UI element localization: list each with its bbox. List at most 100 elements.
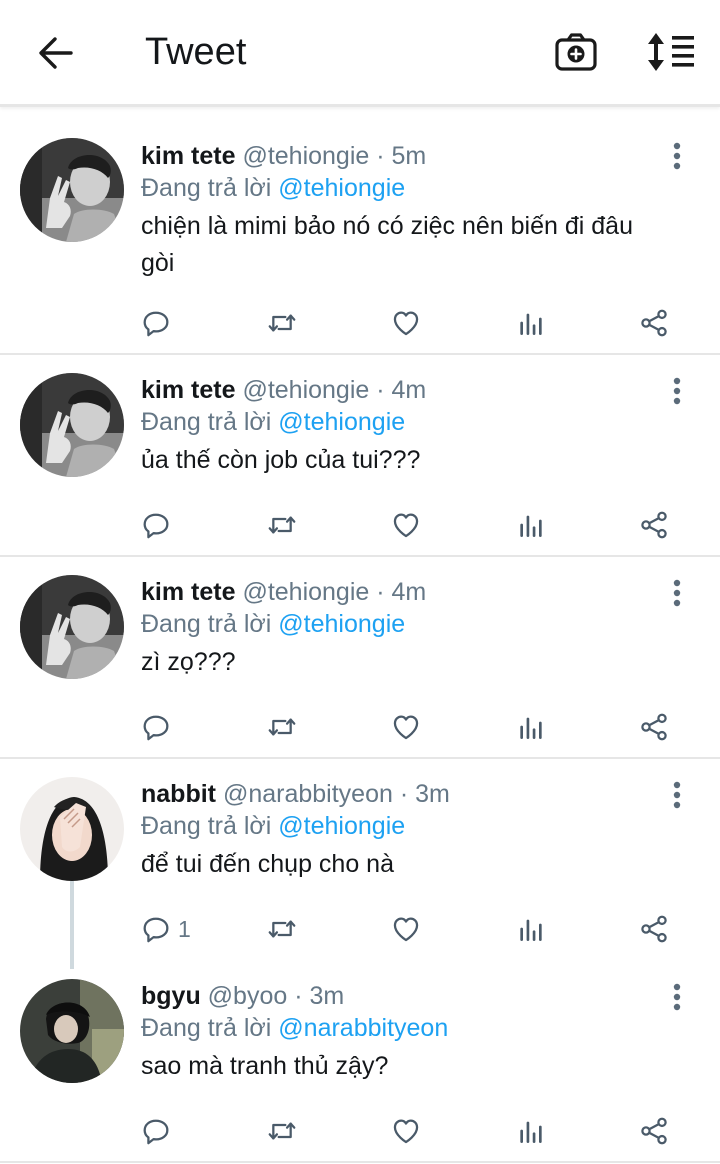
- avatar[interactable]: [20, 575, 124, 679]
- replying-to-handle[interactable]: @narabbityeon: [278, 1014, 448, 1042]
- like-button[interactable]: [390, 1109, 422, 1153]
- analytics-icon: [515, 307, 547, 339]
- more-options-button[interactable]: [662, 977, 692, 1017]
- username[interactable]: @narabbityeon: [223, 780, 393, 808]
- retweet-button[interactable]: [264, 503, 300, 547]
- tweet-body: kim tete @tehiongie · 4m Đang trả lời @t…: [141, 576, 660, 681]
- more-options-button[interactable]: [662, 371, 692, 411]
- replying-to-handle[interactable]: @tehiongie: [278, 610, 405, 638]
- reply-button[interactable]: 1: [140, 907, 191, 951]
- avatar-photo: [20, 373, 124, 477]
- display-name[interactable]: kim tete: [141, 142, 235, 170]
- more-options-button[interactable]: [662, 775, 692, 815]
- analytics-button[interactable]: [515, 301, 547, 345]
- share-icon: [638, 913, 670, 945]
- display-name[interactable]: kim tete: [141, 376, 235, 404]
- avatar[interactable]: [20, 373, 124, 477]
- tweet-actions: 1: [128, 907, 688, 951]
- username[interactable]: @byoo: [208, 982, 288, 1010]
- username[interactable]: @tehiongie: [242, 376, 369, 404]
- reply-button[interactable]: [140, 301, 178, 345]
- retweet-icon: [264, 711, 300, 743]
- tweet-meta: bgyu @byoo · 3m: [141, 980, 660, 1012]
- tweet-text: chiện là mimi bảo nó có ziệc nên biến đi…: [141, 212, 633, 277]
- tweet-actions: [128, 503, 688, 547]
- replying-to-label: Đang trả lời: [141, 610, 272, 638]
- analytics-button[interactable]: [515, 1109, 547, 1153]
- display-name[interactable]: nabbit: [141, 780, 216, 808]
- analytics-button[interactable]: [515, 705, 547, 749]
- page-title: Tweet: [145, 31, 247, 73]
- replying-to: Đang trả lời @tehiongie: [141, 810, 660, 842]
- tweet-card[interactable]: nabbit @narabbityeon · 3m Đang trả lời @…: [0, 759, 720, 969]
- share-button[interactable]: [638, 907, 670, 951]
- analytics-button[interactable]: [515, 503, 547, 547]
- tweet-card[interactable]: kim tete @tehiongie · 4m Đang trả lời @t…: [0, 557, 720, 759]
- avatar-photo: [20, 138, 124, 242]
- share-button[interactable]: [638, 301, 670, 345]
- tweet-meta: kim tete @tehiongie · 5m: [141, 140, 660, 172]
- replying-to-handle[interactable]: @tehiongie: [278, 812, 405, 840]
- tweet-card[interactable]: kim tete @tehiongie · 4m Đang trả lời @t…: [0, 355, 720, 557]
- replying-to-label: Đang trả lời: [141, 1014, 272, 1042]
- like-button[interactable]: [390, 907, 422, 951]
- more-vertical-icon: [672, 780, 682, 810]
- reply-icon: [140, 509, 172, 541]
- tweet-actions: [128, 301, 688, 345]
- reply-button[interactable]: [140, 1109, 178, 1153]
- tweet-text: ủa thế còn job của tui???: [141, 446, 421, 474]
- more-vertical-icon: [672, 141, 682, 171]
- username[interactable]: @tehiongie: [242, 578, 369, 606]
- display-name[interactable]: kim tete: [141, 578, 235, 606]
- reply-feed: kim tete @tehiongie · 5m Đang trả lời @t…: [0, 110, 720, 1163]
- like-button[interactable]: [390, 503, 422, 547]
- username[interactable]: @tehiongie: [242, 142, 369, 170]
- reply-button[interactable]: [140, 705, 178, 749]
- heart-icon: [390, 711, 422, 743]
- avatar[interactable]: [20, 138, 124, 242]
- reply-button[interactable]: [140, 503, 178, 547]
- like-button[interactable]: [390, 301, 422, 345]
- avatar[interactable]: [20, 777, 124, 881]
- avatar-photo: [20, 979, 124, 1083]
- camera-button[interactable]: [548, 26, 604, 78]
- share-icon: [638, 711, 670, 743]
- share-button[interactable]: [638, 503, 670, 547]
- meta-separator: ·: [294, 982, 303, 1010]
- retweet-button[interactable]: [264, 705, 300, 749]
- like-button[interactable]: [390, 705, 422, 749]
- share-button[interactable]: [638, 1109, 670, 1153]
- tweet-text: để tui đến chụp cho nà: [141, 850, 394, 878]
- analytics-icon: [515, 1115, 547, 1147]
- tweet-meta: kim tete @tehiongie · 4m: [141, 576, 660, 608]
- meta-separator: ·: [376, 142, 385, 170]
- avatar[interactable]: [20, 979, 124, 1083]
- share-icon: [638, 307, 670, 339]
- replying-to-handle[interactable]: @tehiongie: [278, 408, 405, 436]
- back-button[interactable]: [26, 28, 86, 78]
- share-button[interactable]: [638, 705, 670, 749]
- analytics-button[interactable]: [515, 907, 547, 951]
- display-name[interactable]: bgyu: [141, 982, 201, 1010]
- replying-to-label: Đang trả lời: [141, 812, 272, 840]
- reply-icon: [140, 307, 172, 339]
- replying-to: Đang trả lời @narabbityeon: [141, 1012, 660, 1044]
- more-vertical-icon: [672, 376, 682, 406]
- retweet-button[interactable]: [264, 301, 300, 345]
- meta-separator: ·: [399, 780, 409, 808]
- analytics-icon: [515, 913, 547, 945]
- retweet-button[interactable]: [264, 907, 300, 951]
- sort-button[interactable]: [640, 24, 704, 80]
- tweet-body: kim tete @tehiongie · 4m Đang trả lời @t…: [141, 374, 660, 479]
- retweet-button[interactable]: [264, 1109, 300, 1153]
- tweet-card[interactable]: bgyu @byoo · 3m Đang trả lời @narabbitye…: [0, 961, 720, 1163]
- heart-icon: [390, 509, 422, 541]
- tweet-card[interactable]: kim tete @tehiongie · 5m Đang trả lời @t…: [0, 110, 720, 355]
- heart-icon: [390, 307, 422, 339]
- more-options-button[interactable]: [662, 136, 692, 176]
- more-options-button[interactable]: [662, 573, 692, 613]
- tweet-body: kim tete @tehiongie · 5m Đang trả lời @t…: [141, 140, 660, 282]
- reply-icon: [140, 1115, 172, 1147]
- retweet-icon: [264, 913, 300, 945]
- replying-to-handle[interactable]: @tehiongie: [278, 174, 405, 202]
